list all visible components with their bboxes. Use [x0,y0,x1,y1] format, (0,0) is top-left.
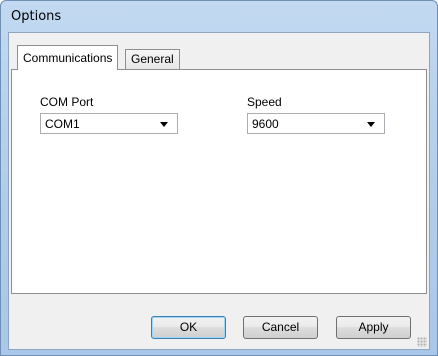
tab-general[interactable]: General [125,49,180,70]
tab-general-label: General [131,52,174,66]
window-title: Options [11,9,62,24]
cancel-button[interactable]: Cancel [243,316,318,339]
tab-communications-label: Communications [23,51,113,65]
speed-dropdown-arrow-icon [367,122,375,127]
communications-panel: COM Port COM1 Speed 9600 [11,69,427,294]
apply-button[interactable]: Apply [336,316,411,339]
com-port-value: COM1 [45,117,80,131]
com-port-select[interactable]: COM1 [40,113,178,134]
speed-value: 9600 [252,117,279,131]
dialog-client-area: Communications General COM Port COM1 Spe… [8,32,430,350]
options-dialog: Options Communications General COM Port … [0,0,438,356]
title-bar[interactable]: Options [1,1,437,31]
com-port-dropdown-arrow-icon [160,122,168,127]
com-port-label: COM Port [40,95,94,109]
ok-button[interactable]: OK [151,316,226,339]
tab-communications[interactable]: Communications [17,45,119,70]
speed-label: Speed [247,95,282,109]
speed-select[interactable]: 9600 [247,113,385,134]
resize-grip[interactable] [417,337,427,347]
